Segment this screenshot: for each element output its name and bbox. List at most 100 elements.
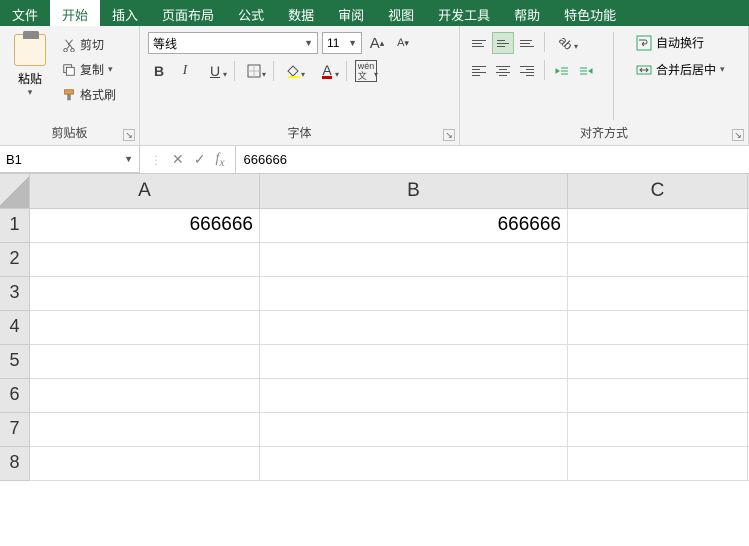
- brush-icon: [62, 88, 76, 102]
- cell-A2[interactable]: [30, 243, 260, 277]
- column-header-A[interactable]: A: [30, 174, 260, 209]
- align-bottom-button[interactable]: [516, 32, 538, 54]
- row-header[interactable]: 1: [0, 209, 30, 243]
- pinyin-button[interactable]: wén文: [351, 60, 381, 82]
- paste-button[interactable]: 粘贴 ▾: [8, 32, 52, 120]
- row-header[interactable]: 3: [0, 277, 30, 311]
- cell-A1[interactable]: 666666: [30, 209, 260, 243]
- cell-B2[interactable]: [260, 243, 568, 277]
- group-clipboard: 粘贴 ▾ 剪切 复制 ▾ 格式刷 剪贴板 ↘: [0, 26, 140, 145]
- cell-B5[interactable]: [260, 345, 568, 379]
- copy-label: 复制: [80, 61, 104, 78]
- cell-C6[interactable]: [568, 379, 748, 413]
- merge-center-button[interactable]: 合并后居中 ▾: [630, 59, 731, 80]
- clipboard-dialog-launcher[interactable]: ↘: [123, 129, 135, 141]
- cell-C8[interactable]: [568, 447, 748, 481]
- align-left-button[interactable]: [468, 60, 490, 82]
- fx-button[interactable]: fx: [215, 151, 224, 169]
- row-header[interactable]: 5: [0, 345, 30, 379]
- name-box[interactable]: B1 ▼: [0, 146, 140, 173]
- fill-color-button[interactable]: [278, 60, 308, 82]
- cancel-formula-button[interactable]: ✕: [172, 151, 184, 168]
- cell-B6[interactable]: [260, 379, 568, 413]
- cell-B1[interactable]: 666666: [260, 209, 568, 243]
- row-header[interactable]: 6: [0, 379, 30, 413]
- copy-button[interactable]: 复制 ▾: [58, 59, 120, 80]
- row-header[interactable]: 7: [0, 413, 30, 447]
- increase-font-button[interactable]: A▴: [366, 32, 388, 54]
- underline-button[interactable]: U: [200, 60, 230, 82]
- cell-A4[interactable]: [30, 311, 260, 345]
- formula-bar: B1 ▼ ⋮ ✕ ✓ fx 666666: [0, 146, 749, 174]
- group-align-label: 对齐方式: [468, 120, 740, 141]
- font-size-combo[interactable]: 11 ▼: [322, 32, 362, 54]
- menu-review[interactable]: 审阅: [326, 0, 376, 26]
- cell-C3[interactable]: [568, 277, 748, 311]
- menu-help[interactable]: 帮助: [502, 0, 552, 26]
- cell-A7[interactable]: [30, 413, 260, 447]
- menu-data[interactable]: 数据: [276, 0, 326, 26]
- cell-B8[interactable]: [260, 447, 568, 481]
- formula-value: 666666: [244, 152, 287, 167]
- menu-home[interactable]: 开始: [50, 0, 100, 26]
- cell-C5[interactable]: [568, 345, 748, 379]
- menu-developer[interactable]: 开发工具: [426, 0, 502, 26]
- cell-C7[interactable]: [568, 413, 748, 447]
- copy-icon: [62, 63, 76, 77]
- align-right-button[interactable]: [516, 60, 538, 82]
- menu-view[interactable]: 视图: [376, 0, 426, 26]
- align-center-button[interactable]: [492, 60, 514, 82]
- cell-C1[interactable]: [568, 209, 748, 243]
- chevron-down-icon: ▼: [124, 154, 133, 164]
- enter-formula-button[interactable]: ✓: [194, 151, 206, 168]
- font-name-value: 等线: [153, 35, 177, 52]
- font-name-combo[interactable]: 等线 ▼: [148, 32, 318, 54]
- row-header[interactable]: 4: [0, 311, 30, 345]
- row-header[interactable]: 8: [0, 447, 30, 481]
- bold-icon: B: [154, 63, 164, 79]
- group-font: 等线 ▼ 11 ▼ A▴ A▾ B I U: [140, 26, 460, 145]
- orientation-button[interactable]: ab: [551, 32, 581, 54]
- cell-C2[interactable]: [568, 243, 748, 277]
- align-middle-button[interactable]: [492, 32, 514, 54]
- increase-indent-button[interactable]: [575, 60, 597, 82]
- align-top-button[interactable]: [468, 32, 490, 54]
- chevron-down-icon: ▼: [304, 38, 313, 48]
- italic-icon: I: [183, 63, 188, 79]
- decrease-indent-button[interactable]: [551, 60, 573, 82]
- borders-button[interactable]: [239, 60, 269, 82]
- menu-page-layout[interactable]: 页面布局: [150, 0, 226, 26]
- cell-A5[interactable]: [30, 345, 260, 379]
- menu-formulas[interactable]: 公式: [226, 0, 276, 26]
- column-header-B[interactable]: B: [260, 174, 568, 209]
- cell-B3[interactable]: [260, 277, 568, 311]
- merge-center-label: 合并后居中: [656, 61, 716, 78]
- bold-button[interactable]: B: [148, 60, 170, 82]
- align-dialog-launcher[interactable]: ↘: [732, 129, 744, 141]
- cell-B4[interactable]: [260, 311, 568, 345]
- formula-input[interactable]: 666666: [236, 146, 749, 173]
- wrap-text-button[interactable]: 自动换行: [630, 32, 731, 53]
- cell-B7[interactable]: [260, 413, 568, 447]
- fill-color-icon: [286, 64, 300, 78]
- row-header[interactable]: 2: [0, 243, 30, 277]
- format-painter-label: 格式刷: [80, 86, 116, 103]
- cut-label: 剪切: [80, 36, 104, 53]
- column-header-C[interactable]: C: [568, 174, 748, 209]
- cell-A6[interactable]: [30, 379, 260, 413]
- cell-A3[interactable]: [30, 277, 260, 311]
- cell-C4[interactable]: [568, 311, 748, 345]
- cell-A8[interactable]: [30, 447, 260, 481]
- select-all-corner[interactable]: [0, 174, 30, 209]
- menu-file[interactable]: 文件: [0, 0, 50, 26]
- italic-button[interactable]: I: [174, 60, 196, 82]
- format-painter-button[interactable]: 格式刷: [58, 84, 120, 105]
- menu-special[interactable]: 特色功能: [552, 0, 628, 26]
- cut-button[interactable]: 剪切: [58, 34, 120, 55]
- font-dialog-launcher[interactable]: ↘: [443, 129, 455, 141]
- group-font-label: 字体: [148, 120, 451, 141]
- font-color-button[interactable]: A: [312, 60, 342, 82]
- decrease-font-button[interactable]: A▾: [392, 32, 414, 54]
- menu-insert[interactable]: 插入: [100, 0, 150, 26]
- decrease-font-icon: A: [397, 37, 404, 49]
